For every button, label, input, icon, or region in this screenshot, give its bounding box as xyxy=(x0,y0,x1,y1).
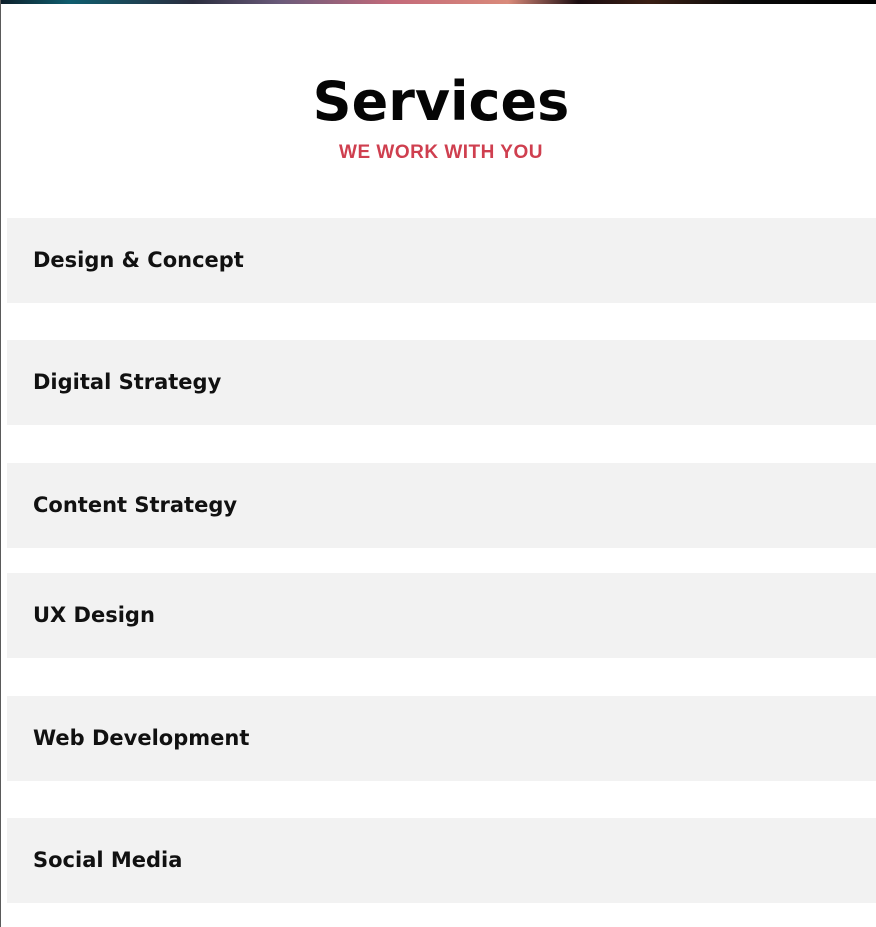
service-item-web-development[interactable]: Web Development xyxy=(7,696,876,781)
service-item-design-concept[interactable]: Design & Concept xyxy=(7,218,876,303)
service-item-content-strategy[interactable]: Content Strategy xyxy=(7,463,876,548)
service-item-label: Design & Concept xyxy=(33,248,244,272)
service-item-label: Web Development xyxy=(33,726,250,750)
service-item-label: Digital Strategy xyxy=(33,370,222,394)
service-item-ux-design[interactable]: UX Design xyxy=(7,573,876,658)
service-item-label: Social Media xyxy=(33,848,183,872)
service-item-digital-strategy[interactable]: Digital Strategy xyxy=(7,340,876,425)
services-accordion: Design & Concept Digital Strategy Conten… xyxy=(7,0,876,927)
service-item-label: Content Strategy xyxy=(33,493,238,517)
service-item-label: UX Design xyxy=(33,603,155,627)
service-item-social-media[interactable]: Social Media xyxy=(7,818,876,903)
